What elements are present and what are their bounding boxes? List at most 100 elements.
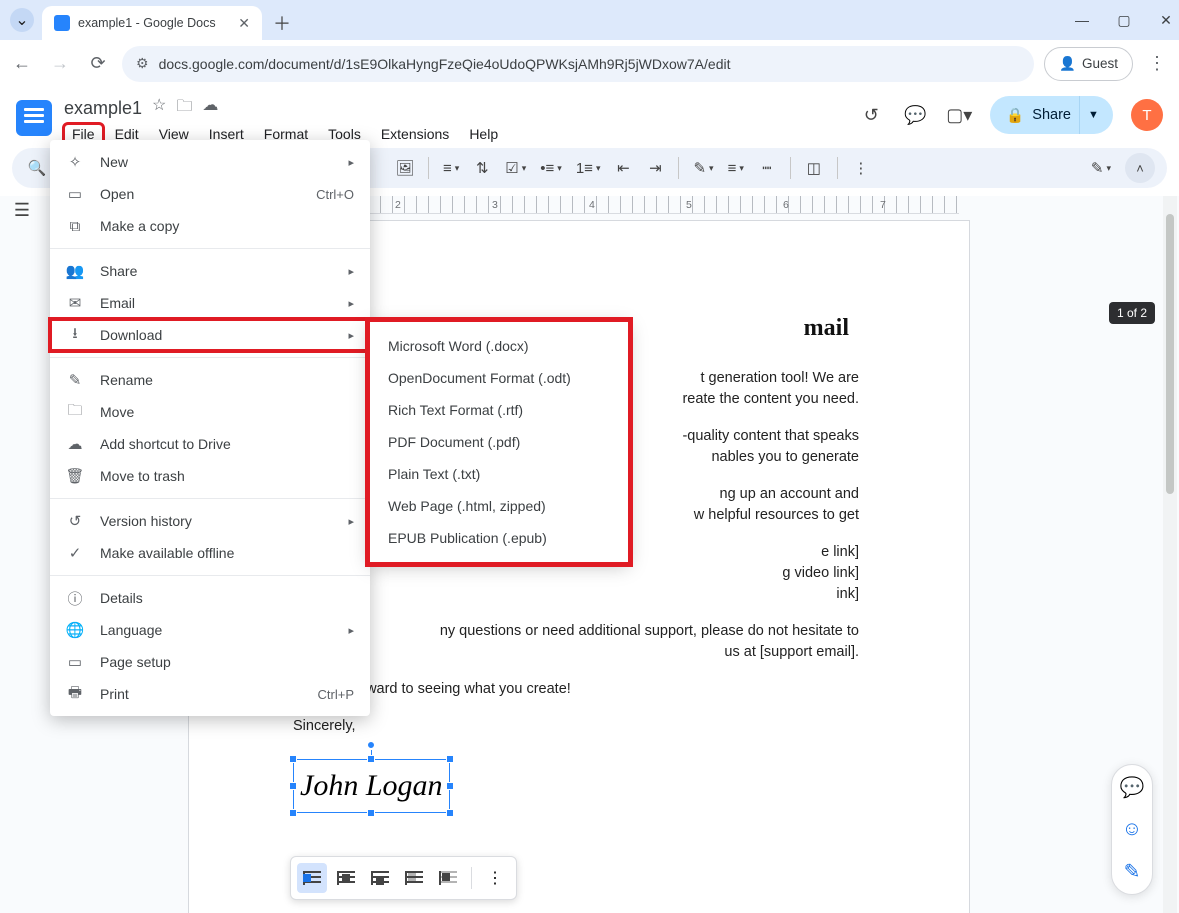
download-format-option[interactable]: OpenDocument Format (.odt) <box>370 362 628 394</box>
comments-icon[interactable]: 💬 <box>902 102 928 128</box>
align-dropdown[interactable]: ≡ <box>439 155 463 181</box>
menu-item-icon: 🌐 <box>66 621 84 639</box>
wrap-front-option[interactable] <box>433 863 463 893</box>
add-emoji-icon[interactable]: ☺ <box>1122 818 1142 841</box>
indent-decrease-icon[interactable]: ⇤ <box>610 155 636 181</box>
menu-help[interactable]: Help <box>461 124 506 144</box>
share-dropdown-caret[interactable]: ▼ <box>1079 96 1107 134</box>
wrap-wrap-option[interactable] <box>331 863 361 893</box>
toolbar-overflow-icon[interactable]: ⋮ <box>848 155 874 181</box>
window-controls: — ▢ ✕ <box>1075 0 1173 40</box>
docs-logo-icon[interactable] <box>16 100 52 136</box>
file-menu-item[interactable]: ✓ Make available offline <box>50 537 370 569</box>
image-options-menu[interactable]: ⋮ <box>480 863 510 893</box>
file-menu-item[interactable]: ✉Email▸ <box>50 287 370 319</box>
resize-handle[interactable] <box>289 809 297 817</box>
file-menu-item[interactable]: ☁Add shortcut to Drive <box>50 428 370 460</box>
numbered-list-dropdown[interactable]: 1≡ <box>572 155 605 181</box>
border-color-dropdown[interactable]: ✎ <box>689 155 717 181</box>
indent-increase-icon[interactable]: ⇥ <box>642 155 668 181</box>
menu-item-icon: 🗀 <box>66 400 84 425</box>
file-menu-item[interactable]: 🗀Move <box>50 396 370 428</box>
window-close-icon[interactable]: ✕ <box>1159 12 1173 29</box>
file-menu-item[interactable]: 🗑Move to trash <box>50 460 370 492</box>
editing-mode-dropdown[interactable]: ✎ <box>1087 155 1115 181</box>
file-menu-item[interactable]: ⓘDetails <box>50 582 370 614</box>
file-menu-item[interactable]: ▭Page setup <box>50 646 370 678</box>
signature-text: John Logan <box>300 769 443 802</box>
document-title[interactable]: example1 <box>64 98 142 119</box>
download-format-option[interactable]: EPUB Publication (.epub) <box>370 522 628 554</box>
menu-item-icon: ✓ <box>66 544 84 562</box>
browser-menu-button[interactable]: ⋮ <box>1143 50 1171 78</box>
star-icon[interactable]: ☆ <box>152 95 166 122</box>
download-format-option[interactable]: Rich Text Format (.rtf) <box>370 394 628 426</box>
bulleted-list-dropdown[interactable]: •≡ <box>536 155 566 181</box>
file-menu-item[interactable]: ✧New▸ <box>50 146 370 178</box>
signature-image-selected[interactable]: John Logan <box>293 759 450 813</box>
wrap-break-option[interactable] <box>365 863 395 893</box>
line-spacing-icon[interactable]: ⇅ <box>469 155 495 181</box>
ruler-tick: 6 <box>783 199 789 211</box>
file-menu-item[interactable]: 🖶PrintCtrl+P <box>50 678 370 710</box>
menu-item-label: Make available offline <box>100 545 234 561</box>
resize-handle[interactable] <box>446 755 454 763</box>
resize-handle[interactable] <box>289 755 297 763</box>
add-comment-icon[interactable]: 💬 <box>1120 775 1145 800</box>
share-button[interactable]: 🔒 Share ▼ <box>990 96 1113 134</box>
file-menu-item[interactable]: 👥Share▸ <box>50 255 370 287</box>
file-menu-item[interactable]: ↺Version history▸ <box>50 505 370 537</box>
nav-back-button[interactable]: ← <box>8 50 36 78</box>
new-tab-button[interactable]: ＋ <box>268 9 296 37</box>
vertical-scrollbar[interactable] <box>1163 196 1177 913</box>
file-menu-item[interactable]: ⧉Make a copy <box>50 210 370 242</box>
file-menu-item[interactable]: 🌐Language▸ <box>50 614 370 646</box>
collapse-toolbar-button[interactable]: ˄ <box>1125 153 1155 183</box>
border-weight-dropdown[interactable]: ≡ <box>724 155 748 181</box>
profile-chip[interactable]: 👤 Guest <box>1044 47 1133 81</box>
rotate-handle[interactable] <box>367 741 375 749</box>
address-url: docs.google.com/document/d/1sE9OlkaHyngF… <box>159 56 731 72</box>
download-format-option[interactable]: Microsoft Word (.docx) <box>370 330 628 362</box>
profile-label: Guest <box>1082 56 1118 71</box>
wrap-behind-option[interactable] <box>399 863 429 893</box>
browser-tab-active[interactable]: example1 - Google Docs ✕ <box>42 6 262 40</box>
crop-icon[interactable]: ◫ <box>801 155 827 181</box>
address-bar[interactable]: ⚙ docs.google.com/document/d/1sE9OlkaHyn… <box>122 46 1034 82</box>
move-folder-icon[interactable]: 🗀 <box>176 95 192 122</box>
insert-image-icon[interactable]: 🖼 <box>392 155 418 181</box>
download-format-option[interactable]: Plain Text (.txt) <box>370 458 628 490</box>
meet-icon[interactable]: ▢▾ <box>946 102 972 128</box>
tab-search-button[interactable]: ⌄ <box>10 8 34 32</box>
file-menu-item[interactable]: ⭳Download▸ <box>50 319 370 351</box>
resize-handle[interactable] <box>446 809 454 817</box>
tab-close-icon[interactable]: ✕ <box>238 15 250 32</box>
resize-handle[interactable] <box>289 782 297 790</box>
border-dash-icon[interactable]: ┉ <box>754 155 780 181</box>
nav-reload-button[interactable]: ⟳ <box>84 50 112 78</box>
doc-paragraph: We look forward to seeing what you creat… <box>293 679 859 700</box>
menu-item-icon: ✧ <box>66 153 84 171</box>
resize-handle[interactable] <box>367 755 375 763</box>
nav-forward-button[interactable]: → <box>46 50 74 78</box>
resize-handle[interactable] <box>367 809 375 817</box>
history-icon[interactable]: ↺ <box>858 102 884 128</box>
cloud-status-icon[interactable]: ☁ <box>202 95 218 122</box>
account-avatar[interactable]: T <box>1131 99 1163 131</box>
file-menu-item[interactable]: ✎Rename <box>50 364 370 396</box>
download-format-option[interactable]: PDF Document (.pdf) <box>370 426 628 458</box>
window-maximize-icon[interactable]: ▢ <box>1117 12 1131 29</box>
download-format-option[interactable]: Web Page (.html, zipped) <box>370 490 628 522</box>
file-menu-item[interactable]: ▭OpenCtrl+O <box>50 178 370 210</box>
site-settings-icon[interactable]: ⚙ <box>136 55 149 72</box>
menu-item-label: Email <box>100 295 135 311</box>
menu-item-icon: ⭳ <box>66 323 84 348</box>
suggest-edits-icon[interactable]: ✎ <box>1124 859 1141 884</box>
window-minimize-icon[interactable]: — <box>1075 12 1089 28</box>
scrollbar-thumb[interactable] <box>1166 214 1174 494</box>
resize-handle[interactable] <box>446 782 454 790</box>
checklist-dropdown[interactable]: ☑ <box>501 155 530 181</box>
search-menus-icon[interactable]: 🔍 <box>24 155 50 181</box>
menu-extensions[interactable]: Extensions <box>373 124 457 144</box>
wrap-inline-option[interactable] <box>297 863 327 893</box>
